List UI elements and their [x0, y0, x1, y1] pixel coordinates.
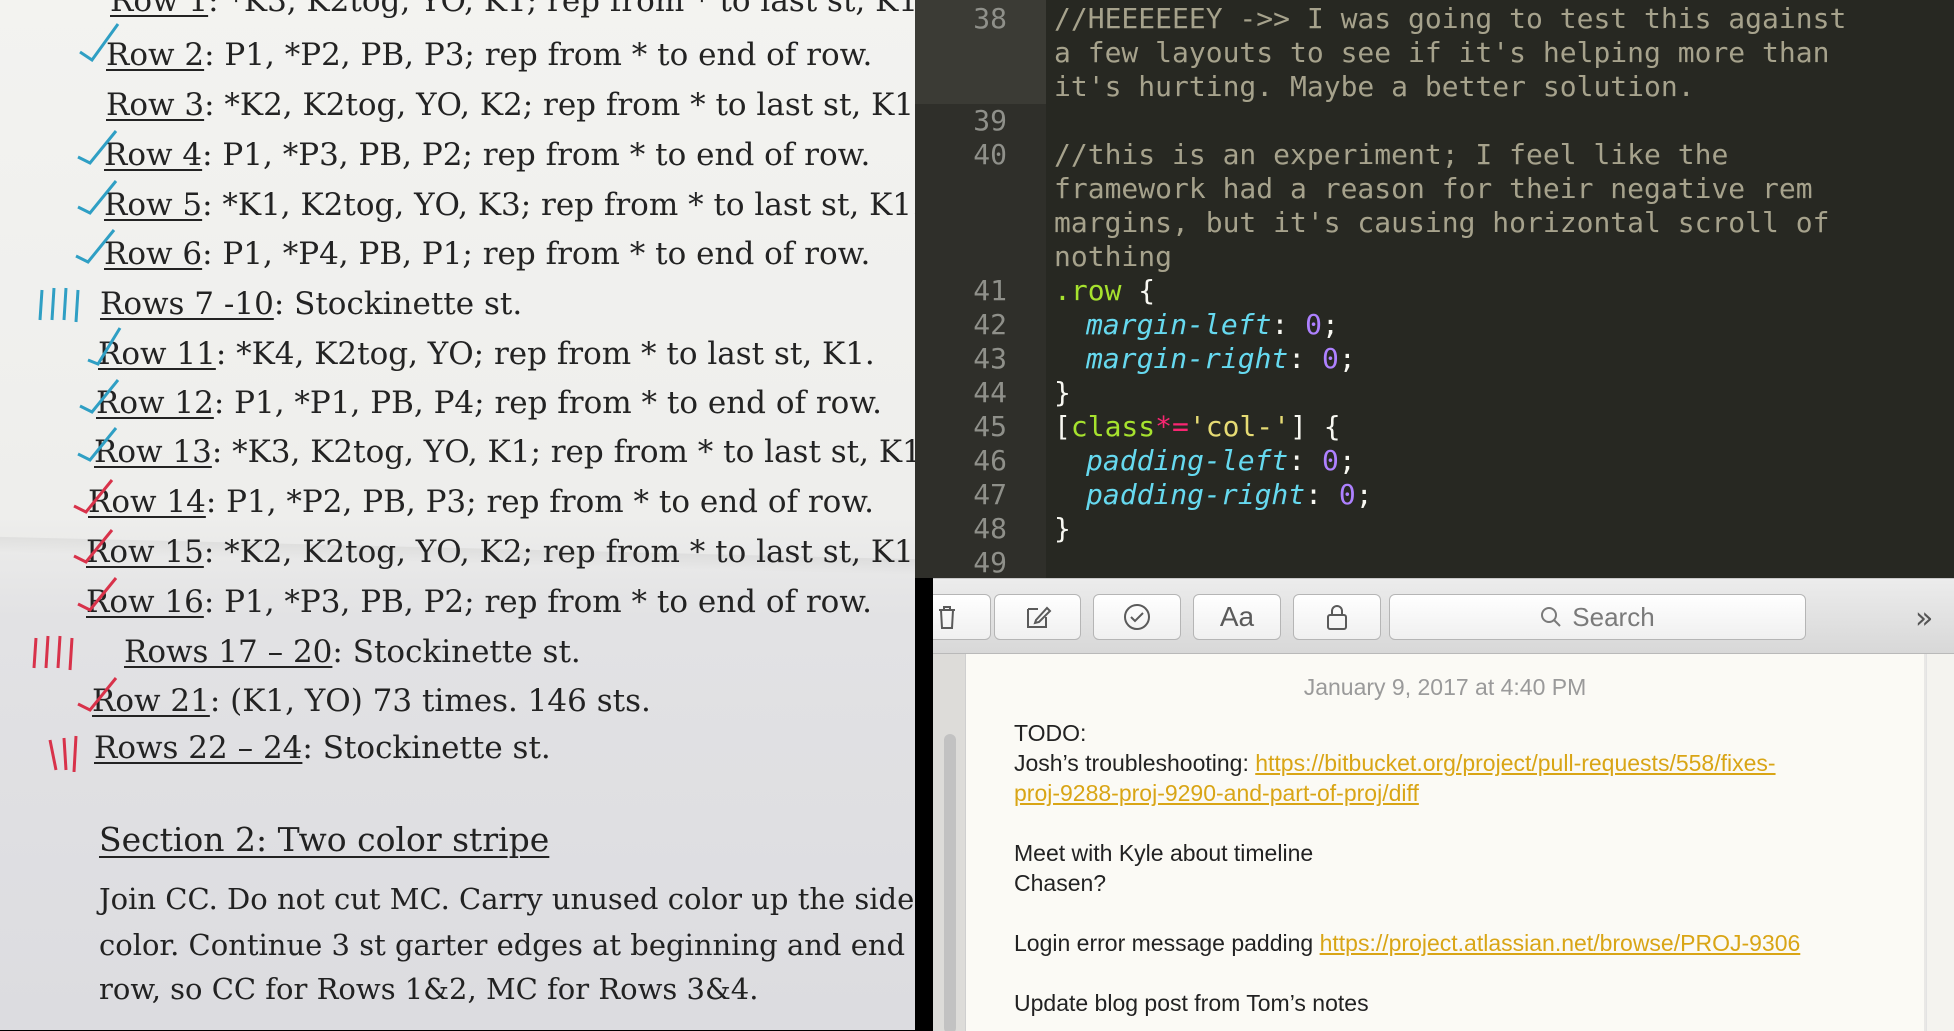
line-number: 49	[973, 546, 1007, 578]
pattern-row: Row 4: P1, *P3, PB, P2; rep from * to en…	[104, 137, 871, 173]
code-editor[interactable]: 38 39 40 41 42 43 44 45 46 47 48 49 //HE…	[915, 0, 1954, 578]
line-number: 42	[973, 308, 1007, 341]
blue-checkmark	[77, 427, 118, 462]
search-icon	[1541, 607, 1562, 627]
pattern-row: Row 11: *K4, K2tog, YO; rep from * to la…	[98, 336, 875, 372]
checklist-button[interactable]	[1093, 594, 1181, 640]
code-comment[interactable]: framework had a reason for their negativ…	[1054, 172, 1813, 205]
code-comment[interactable]: //this is an experiment; I feel like the	[1054, 138, 1728, 171]
pattern-row: Rows 7 -10: Stockinette st.	[100, 286, 523, 322]
notes-list-scrollbar[interactable]	[944, 734, 956, 1031]
pattern-row: Rows 22 – 24: Stockinette st.	[94, 730, 551, 766]
note-line: Josh’s troubleshooting: https://bitbucke…	[1014, 750, 1776, 776]
blue-checkmark	[75, 229, 116, 264]
red-tally-marks	[48, 735, 78, 772]
section-title: Section 2: Two color stripe	[99, 820, 550, 859]
red-tally-marks	[32, 635, 74, 671]
note-scrollbar-track[interactable]	[1926, 654, 1954, 1031]
line-number: 39	[973, 104, 1007, 137]
note-line: Meet with Kyle about timeline	[1014, 840, 1314, 866]
code-line[interactable]: margin-left: 0;	[1086, 308, 1339, 341]
blue-checkmark	[77, 130, 118, 165]
pattern-row: Row 21: (K1, YO) 73 times. 146 sts.	[92, 683, 651, 719]
code-line[interactable]: margin-right: 0;	[1086, 342, 1356, 375]
red-checkmark	[73, 479, 114, 514]
pattern-row: Row 15: *K2, K2tog, YO, K2; rep from * t…	[86, 534, 915, 570]
code-line[interactable]: padding-right: 0;	[1086, 478, 1373, 511]
red-checkmark	[77, 577, 118, 612]
code-line[interactable]: padding-left: 0;	[1086, 444, 1356, 477]
note-line: TODO:	[1014, 720, 1087, 746]
code-line[interactable]: }	[1054, 376, 1071, 409]
code-comment[interactable]: it's hurting. Maybe a better solution.	[1054, 70, 1695, 103]
code-line[interactable]: }	[1054, 512, 1071, 545]
atlassian-link[interactable]: https://project.atlassian.net/browse/PRO…	[1320, 930, 1801, 956]
line-number: 43	[973, 342, 1007, 375]
note-editor[interactable]: January 9, 2017 at 4:40 PM TODO: Josh’s …	[966, 654, 1924, 1031]
blue-tally-marks	[38, 287, 80, 323]
compose-note-button[interactable]	[994, 594, 1081, 640]
pattern-row: Row 14: P1, *P2, PB, P3; rep from * to e…	[88, 484, 875, 520]
line-number: 44	[973, 376, 1007, 409]
checkmark-circle-icon	[1124, 604, 1150, 630]
code-comment[interactable]: nothing	[1054, 240, 1172, 273]
pattern-row: Row 1: *K3, K2tog, YO, K1; rep from * to…	[110, 0, 915, 19]
blue-checkmark	[79, 23, 120, 62]
code-line[interactable]: .row {	[1054, 274, 1155, 307]
code-line[interactable]: [class*='col-'] {	[1054, 410, 1341, 443]
blue-checkmark	[87, 327, 122, 366]
pattern-row: Row 16: P1, *P3, PB, P2; rep from * to e…	[86, 584, 873, 620]
note-line: Update blog post from Tom’s notes	[1014, 990, 1369, 1016]
line-number: 40	[973, 138, 1007, 171]
note-line: Chasen?	[1014, 870, 1107, 896]
notes-app-window: Aa Search » January 9, 2017 at 4:40 PM T…	[933, 578, 1954, 1031]
paragraph-line: color. Continue 3 st garter edges at beg…	[99, 928, 915, 962]
line-number: 38	[973, 2, 1007, 35]
trash-icon	[939, 606, 955, 629]
line-number: 48	[973, 512, 1007, 545]
code-comment[interactable]: a few layouts to see if it's helping mor…	[1054, 36, 1829, 69]
line-number: 47	[973, 478, 1007, 511]
line-number: 41	[973, 274, 1007, 307]
bitbucket-link-continued[interactable]: proj-9288-proj-9290-and-part-of-proj/dif…	[1014, 780, 1419, 806]
pattern-row: Row 13: *K3, K2tog, YO, K1; rep from * t…	[94, 434, 915, 470]
notes-toolbar: Aa Search »	[933, 579, 1954, 654]
delete-note-button[interactable]	[933, 594, 991, 640]
pattern-row: Row 12: P1, *P1, PB, P4; rep from * to e…	[96, 385, 883, 421]
code-comment[interactable]: margins, but it's causing horizontal scr…	[1054, 206, 1829, 239]
paragraph-line: Join CC. Do not cut MC. Carry unused col…	[99, 882, 915, 916]
pattern-row: Rows 17 – 20: Stockinette st.	[124, 634, 581, 670]
note-line: proj-9288-proj-9290-and-part-of-proj/dif…	[1014, 780, 1419, 807]
pattern-row: Row 5: *K1, K2tog, YO, K3; rep from * to…	[104, 187, 915, 223]
bitbucket-link[interactable]: https://bitbucket.org/project/pull-reque…	[1255, 750, 1775, 776]
knitting-pattern-photo: Row 1: *K3, K2tog, YO, K1; rep from * to…	[0, 0, 915, 1030]
search-field[interactable]: Search	[1389, 594, 1806, 640]
pattern-row: Row 2: P1, *P2, PB, P3; rep from * to en…	[106, 37, 873, 73]
pattern-row: Row 6: P1, *P4, PB, P1; rep from * to en…	[104, 236, 871, 272]
toolbar-overflow-button[interactable]: »	[1915, 601, 1933, 636]
notes-list-edge	[933, 654, 966, 1031]
note-date: January 9, 2017 at 4:40 PM	[1303, 674, 1587, 700]
paragraph-line: row, so CC for Rows 1&2, MC for Rows 3&4…	[99, 972, 759, 1006]
format-button[interactable]: Aa	[1193, 594, 1281, 640]
lock-icon	[1327, 605, 1347, 630]
note-line: Login error message padding https://proj…	[1014, 930, 1801, 956]
line-number: 46	[973, 444, 1007, 477]
blue-checkmark	[79, 379, 120, 414]
blue-checkmark	[77, 180, 118, 215]
red-checkmark	[73, 529, 114, 564]
lock-note-button[interactable]	[1293, 594, 1381, 640]
red-checkmark	[77, 677, 118, 712]
line-number: 45	[973, 410, 1007, 443]
search-placeholder: Search	[1572, 601, 1655, 632]
pattern-row: Row 3: *K2, K2tog, YO, K2; rep from * to…	[106, 87, 915, 123]
code-comment[interactable]: //HEEEEEEY ->> I was going to test this …	[1054, 2, 1846, 35]
compose-icon	[1026, 606, 1051, 628]
